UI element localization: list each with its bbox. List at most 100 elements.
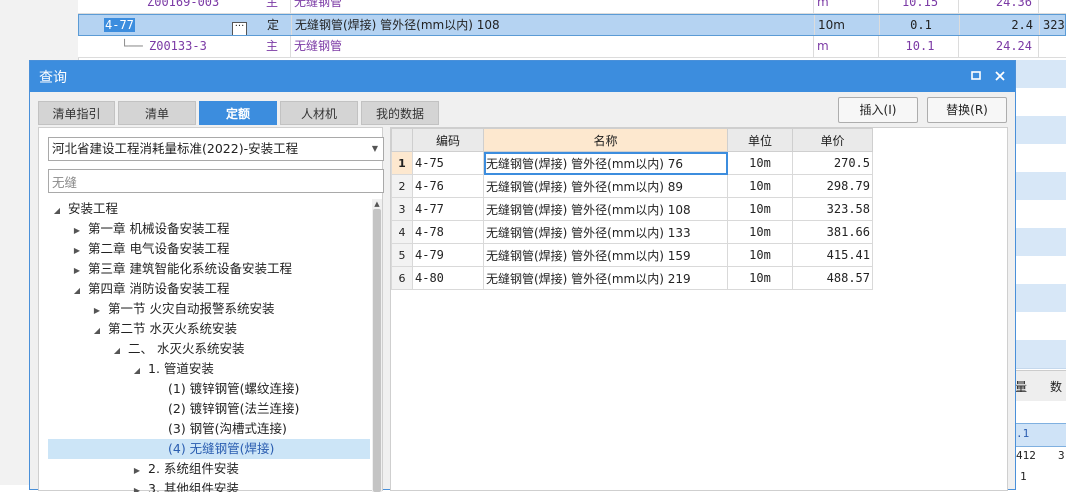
cell-unit[interactable]: 10m — [727, 174, 793, 198]
cell-code[interactable]: 4-78 — [412, 220, 484, 244]
tab-bill[interactable]: 清单 — [118, 101, 196, 125]
cell-name[interactable]: 无缝钢管(焊接) 管外径(mm以内) 76 — [483, 151, 728, 175]
bg-subgrid-row[interactable]: .1 — [1016, 423, 1066, 447]
cell-code[interactable]: 4-80 — [412, 266, 484, 290]
cell-name[interactable]: 无缝钢管(焊接) 管外径(mm以内) 219 — [483, 266, 728, 290]
bg-row-main-material[interactable]: └── Z00133-3 主 无缝钢管 m 10.1 24.24 — [78, 36, 1066, 58]
bg-type: 主 — [251, 0, 291, 13]
collapse-arrow-icon[interactable]: ◢ — [90, 321, 104, 341]
bg-code[interactable]: 4-77 — [96, 15, 136, 35]
maximize-icon[interactable] — [967, 67, 985, 85]
expand-arrow-icon[interactable]: ▶ — [130, 481, 144, 492]
tree-scrollbar[interactable]: ▲ — [372, 199, 382, 492]
expand-arrow-icon[interactable]: ▶ — [130, 461, 144, 481]
tree-node[interactable]: ▶ 第三章 建筑智能化系统设备安装工程 — [48, 259, 370, 279]
tree-node[interactable]: ▶ 第一节 火灾自动报警系统安装 — [48, 299, 370, 319]
bg-qty: 10.1 — [879, 36, 959, 57]
cell-code[interactable]: 4-79 — [412, 243, 484, 267]
close-icon[interactable] — [991, 67, 1009, 85]
search-input[interactable] — [48, 169, 384, 193]
column-header-price[interactable]: 单价 — [792, 128, 873, 152]
expand-arrow-icon[interactable]: ▶ — [70, 241, 84, 261]
quota-results-pane: 编码 名称 单位 单价 1 4-75 无缝钢管(焊接) 管外径(mm以内) 76 10… — [390, 127, 1008, 491]
scroll-up-icon[interactable]: ▲ — [372, 199, 382, 209]
row-number[interactable]: 1 — [391, 151, 413, 175]
collapse-arrow-icon[interactable]: ◢ — [110, 341, 124, 361]
tree-node[interactable]: ◢ 1. 管道安装 — [48, 359, 370, 379]
tree-node[interactable]: ▶ 2. 系统组件安装 — [48, 459, 370, 479]
cell-name[interactable]: 无缝钢管(焊接) 管外径(mm以内) 89 — [483, 174, 728, 198]
row-number[interactable]: 4 — [391, 220, 413, 244]
table-row[interactable]: 2 4-76 无缝钢管(焊接) 管外径(mm以内) 89 10m 298.79 — [391, 174, 873, 198]
tree-node[interactable]: ▶ 第一章 机械设备安装工程 — [48, 219, 370, 239]
bg-subgrid-row[interactable]: 1 — [1016, 468, 1066, 485]
row-number[interactable]: 3 — [391, 197, 413, 221]
row-number[interactable]: 5 — [391, 243, 413, 267]
column-header-unit[interactable]: 单位 — [727, 128, 793, 152]
scroll-thumb[interactable] — [373, 209, 381, 492]
bg-row-main-material[interactable]: Z00169-003 主 无缝钢管 m 10.15 24.36 — [78, 0, 1066, 14]
cell-unit[interactable]: 10m — [727, 197, 793, 221]
quota-library-select[interactable]: 河北省建设工程消耗量标准(2022)-安装工程 ▼ — [48, 137, 384, 161]
cell-code[interactable]: 4-75 — [412, 151, 484, 175]
row-number[interactable]: 6 — [391, 266, 413, 290]
collapse-arrow-icon[interactable]: ◢ — [130, 361, 144, 381]
expand-arrow-icon[interactable]: ▶ — [70, 261, 84, 281]
cell-unit[interactable]: 10m — [727, 220, 793, 244]
column-header-name[interactable]: 名称 — [483, 128, 728, 152]
tab-my-data[interactable]: 我的数据 — [361, 101, 439, 125]
tree-node[interactable]: ◢ 二、 水灭火系统安装 — [48, 339, 370, 359]
tree-node[interactable]: (4) 无缝钢管(焊接) — [48, 439, 370, 459]
column-header-code[interactable]: 编码 — [412, 128, 484, 152]
table-row[interactable]: 6 4-80 无缝钢管(焊接) 管外径(mm以内) 219 10m 488.57 — [391, 266, 873, 290]
collapse-arrow-icon[interactable]: ◢ — [50, 201, 64, 221]
bg-row-selected-quota[interactable]: 4-77 ··· 定 无缝钢管(焊接) 管外径(mm以内) 108 10m 0.… — [78, 14, 1066, 36]
cell-unit[interactable]: 10m — [727, 151, 793, 175]
tree-node-label: 1. 管道安装 — [148, 361, 214, 376]
dialog-titlebar[interactable]: 查询 — [30, 61, 1015, 92]
cell-price[interactable]: 323.58 — [792, 197, 873, 221]
tree-node[interactable]: ◢ 安装工程 — [48, 199, 370, 219]
row-number[interactable]: 2 — [391, 174, 413, 198]
cell-price[interactable]: 270.5 — [792, 151, 873, 175]
dialog-title: 查询 — [39, 70, 67, 86]
expand-arrow-icon[interactable]: ▶ — [90, 301, 104, 321]
table-row[interactable]: 5 4-79 无缝钢管(焊接) 管外径(mm以内) 159 10m 415.41 — [391, 243, 873, 267]
table-row[interactable]: 1 4-75 无缝钢管(焊接) 管外径(mm以内) 76 10m 270.5 — [391, 151, 873, 175]
collapse-arrow-icon[interactable]: ◢ — [70, 281, 84, 301]
tree-node[interactable]: ▶ 第二章 电气设备安装工程 — [48, 239, 370, 259]
tab-quota[interactable]: 定额 — [199, 101, 277, 125]
row-number-header — [391, 128, 413, 152]
cell-code[interactable]: 4-77 — [412, 197, 484, 221]
tab-bill-guide[interactable]: 清单指引 — [38, 101, 115, 125]
quota-library-value: 河北省建设工程消耗量标准(2022)-安装工程 — [52, 141, 299, 156]
cell-price[interactable]: 298.79 — [792, 174, 873, 198]
insert-button[interactable]: 插入(I) — [838, 97, 918, 123]
cell-price[interactable]: 488.57 — [792, 266, 873, 290]
bg-subgrid-row[interactable]: 412 3 — [1016, 446, 1066, 468]
dropdown-arrow-icon[interactable]: ▼ — [372, 138, 378, 160]
cell-price[interactable]: 415.41 — [792, 243, 873, 267]
table-row[interactable]: 4 4-78 无缝钢管(焊接) 管外径(mm以内) 133 10m 381.66 — [391, 220, 873, 244]
cell-name[interactable]: 无缝钢管(焊接) 管外径(mm以内) 108 — [483, 197, 728, 221]
tree-node[interactable]: (1) 镀锌钢管(螺纹连接) — [48, 379, 370, 399]
replace-button[interactable]: 替换(R) — [927, 97, 1007, 123]
bg-name: 无缝钢管(焊接) 管外径(mm以内) 108 — [292, 15, 815, 35]
cell-name[interactable]: 无缝钢管(焊接) 管外径(mm以内) 133 — [483, 220, 728, 244]
more-button[interactable]: ··· — [229, 15, 252, 35]
tree-node[interactable]: ◢ 第四章 消防设备安装工程 — [48, 279, 370, 299]
tree-node-label: (2) 镀锌钢管(法兰连接) — [168, 401, 300, 416]
table-row[interactable]: 3 4-77 无缝钢管(焊接) 管外径(mm以内) 108 10m 323.58 — [391, 197, 873, 221]
tab-labor-material-machine[interactable]: 人材机 — [280, 101, 358, 125]
tree-node[interactable]: ▶ 3. 其他组件安装 — [48, 479, 370, 492]
cell-unit[interactable]: 10m — [727, 243, 793, 267]
cell-code[interactable]: 4-76 — [412, 174, 484, 198]
chapter-tree-pane: 河北省建设工程消耗量标准(2022)-安装工程 ▼ ◢ 安装工程 ▶ 第一章 机械设备… — [38, 127, 384, 492]
cell-name[interactable]: 无缝钢管(焊接) 管外径(mm以内) 159 — [483, 243, 728, 267]
cell-unit[interactable]: 10m — [727, 266, 793, 290]
tree-node[interactable]: (2) 镀锌钢管(法兰连接) — [48, 399, 370, 419]
expand-arrow-icon[interactable]: ▶ — [70, 221, 84, 241]
tree-node[interactable]: (3) 钢管(沟槽式连接) — [48, 419, 370, 439]
cell-price[interactable]: 381.66 — [792, 220, 873, 244]
tree-node[interactable]: ◢ 第二节 水灭火系统安装 — [48, 319, 370, 339]
